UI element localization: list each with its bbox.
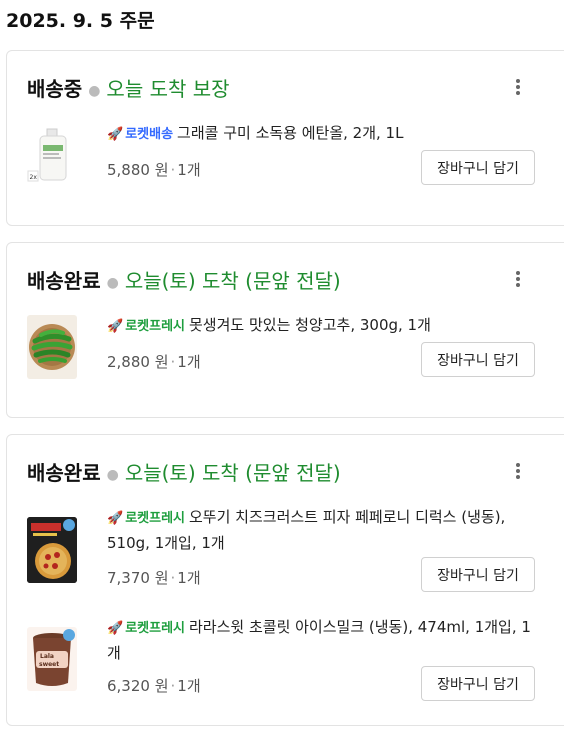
delivery-eta: 오늘(토) 도착 (문앞 전달) <box>124 461 341 485</box>
item-price-line: 2,880 원 · 1개 <box>107 351 201 372</box>
product-thumbnail[interactable] <box>27 315 77 379</box>
sanitizer-bottle-icon: 2x <box>27 128 67 182</box>
green-chili-basket-icon <box>29 324 75 370</box>
item-price-line: 5,880 원 · 1개 <box>107 159 201 180</box>
item-title-line[interactable]: 🚀 로켓프레시 오뚜기 치즈크러스트 피자 페페로니 디럭스 (냉동), 510g,… <box>107 505 537 555</box>
separator-dot: ● <box>88 82 101 99</box>
ice-cream-tub-icon: Lala sweet <box>27 627 77 691</box>
delivery-status: 배송완료 <box>27 269 101 293</box>
product-thumbnail[interactable] <box>27 517 77 583</box>
add-to-cart-button[interactable]: 장바구니 담기 <box>421 666 535 701</box>
rocket-fresh-badge: 🚀 로켓프레시 <box>107 511 185 526</box>
add-to-cart-button[interactable]: 장바구니 담기 <box>421 342 535 377</box>
rocket-icon: 🚀 <box>107 127 124 142</box>
rocket-fresh-badge: 🚀 로켓프레시 <box>107 621 185 636</box>
thumb-brand-text: sweet <box>39 661 59 668</box>
badge-label: 로켓배송 <box>125 127 174 142</box>
product-thumbnail[interactable]: 2x <box>27 123 77 185</box>
delivery-status-line: 배송완료 ● 오늘(토) 도착 (문앞 전달) <box>27 265 341 294</box>
product-thumbnail[interactable]: Lala sweet <box>27 627 77 691</box>
delivery-status: 배송중 <box>27 77 83 101</box>
item-quantity: 1개 <box>177 353 201 371</box>
product-title: 못생겨도 맛있는 청양고추, 300g, 1개 <box>189 316 431 334</box>
order-card-2: 배송완료 ● 오늘(토) 도착 (문앞 전달) 🚀 로켓프레시 못생겨도 맛있는 청양고… <box>6 242 564 418</box>
delivery-status-line: 배송중 ● 오늘 도착 보장 <box>27 73 230 102</box>
price-separator: · <box>170 353 176 371</box>
rocket-icon: 🚀 <box>107 511 124 526</box>
item-quantity: 1개 <box>177 161 201 179</box>
more-options-icon[interactable] <box>511 269 525 289</box>
separator-dot: ● <box>106 466 119 483</box>
badge-label: 로켓프레시 <box>125 319 185 334</box>
order-date-header: 2025. 9. 5 주문 <box>6 10 155 32</box>
price-separator: · <box>170 569 176 587</box>
rocket-delivery-badge: 🚀 로켓배송 <box>107 127 173 142</box>
rocket-icon: 🚀 <box>107 319 124 334</box>
item-title-line[interactable]: 🚀 로켓배송 그래콜 구미 소독용 에탄올, 2개, 1L <box>107 121 537 147</box>
order-card-3: 배송완료 ● 오늘(토) 도착 (문앞 전달) 🚀 로켓프레시 오뚜기 치즈크러스트 피… <box>6 434 564 726</box>
thumb-brand-text: Lala <box>40 653 54 660</box>
price-separator: · <box>170 677 176 695</box>
rocket-icon: 🚀 <box>107 621 124 636</box>
delivery-status: 배송완료 <box>27 461 101 485</box>
item-title-line[interactable]: 🚀 로켓프레시 못생겨도 맛있는 청양고추, 300g, 1개 <box>107 313 537 339</box>
delivery-status-line: 배송완료 ● 오늘(토) 도착 (문앞 전달) <box>27 457 341 486</box>
item-quantity: 1개 <box>177 569 201 587</box>
product-title: 그래콜 구미 소독용 에탄올, 2개, 1L <box>177 124 404 142</box>
delivery-eta: 오늘 도착 보장 <box>106 77 230 101</box>
add-to-cart-button[interactable]: 장바구니 담기 <box>421 150 535 185</box>
frozen-pizza-box-icon <box>27 517 77 583</box>
delivery-eta: 오늘(토) 도착 (문앞 전달) <box>124 269 341 293</box>
badge-label: 로켓프레시 <box>125 511 185 526</box>
price-separator: · <box>170 161 176 179</box>
item-price: 2,880 원 <box>107 353 169 371</box>
item-title-line[interactable]: 🚀 로켓프레시 라라스윗 초콜릿 아이스밀크 (냉동), 474ml, 1개입, 1… <box>107 615 537 665</box>
separator-dot: ● <box>106 274 119 291</box>
item-price: 6,320 원 <box>107 677 169 695</box>
add-to-cart-button[interactable]: 장바구니 담기 <box>421 557 535 592</box>
item-price-line: 6,320 원 · 1개 <box>107 675 201 696</box>
more-options-icon[interactable] <box>511 461 525 481</box>
badge-label: 로켓프레시 <box>125 621 185 636</box>
item-price: 7,370 원 <box>107 569 169 587</box>
item-quantity: 1개 <box>177 677 201 695</box>
order-card-1: 배송중 ● 오늘 도착 보장 2x 🚀 로켓배송 그래콜 구미 소독용 에탄올, 2개,… <box>6 50 564 226</box>
item-price: 5,880 원 <box>107 161 169 179</box>
thumb-tag: 2x <box>30 174 38 181</box>
rocket-fresh-badge: 🚀 로켓프레시 <box>107 319 185 334</box>
more-options-icon[interactable] <box>511 77 525 97</box>
item-price-line: 7,370 원 · 1개 <box>107 567 201 588</box>
